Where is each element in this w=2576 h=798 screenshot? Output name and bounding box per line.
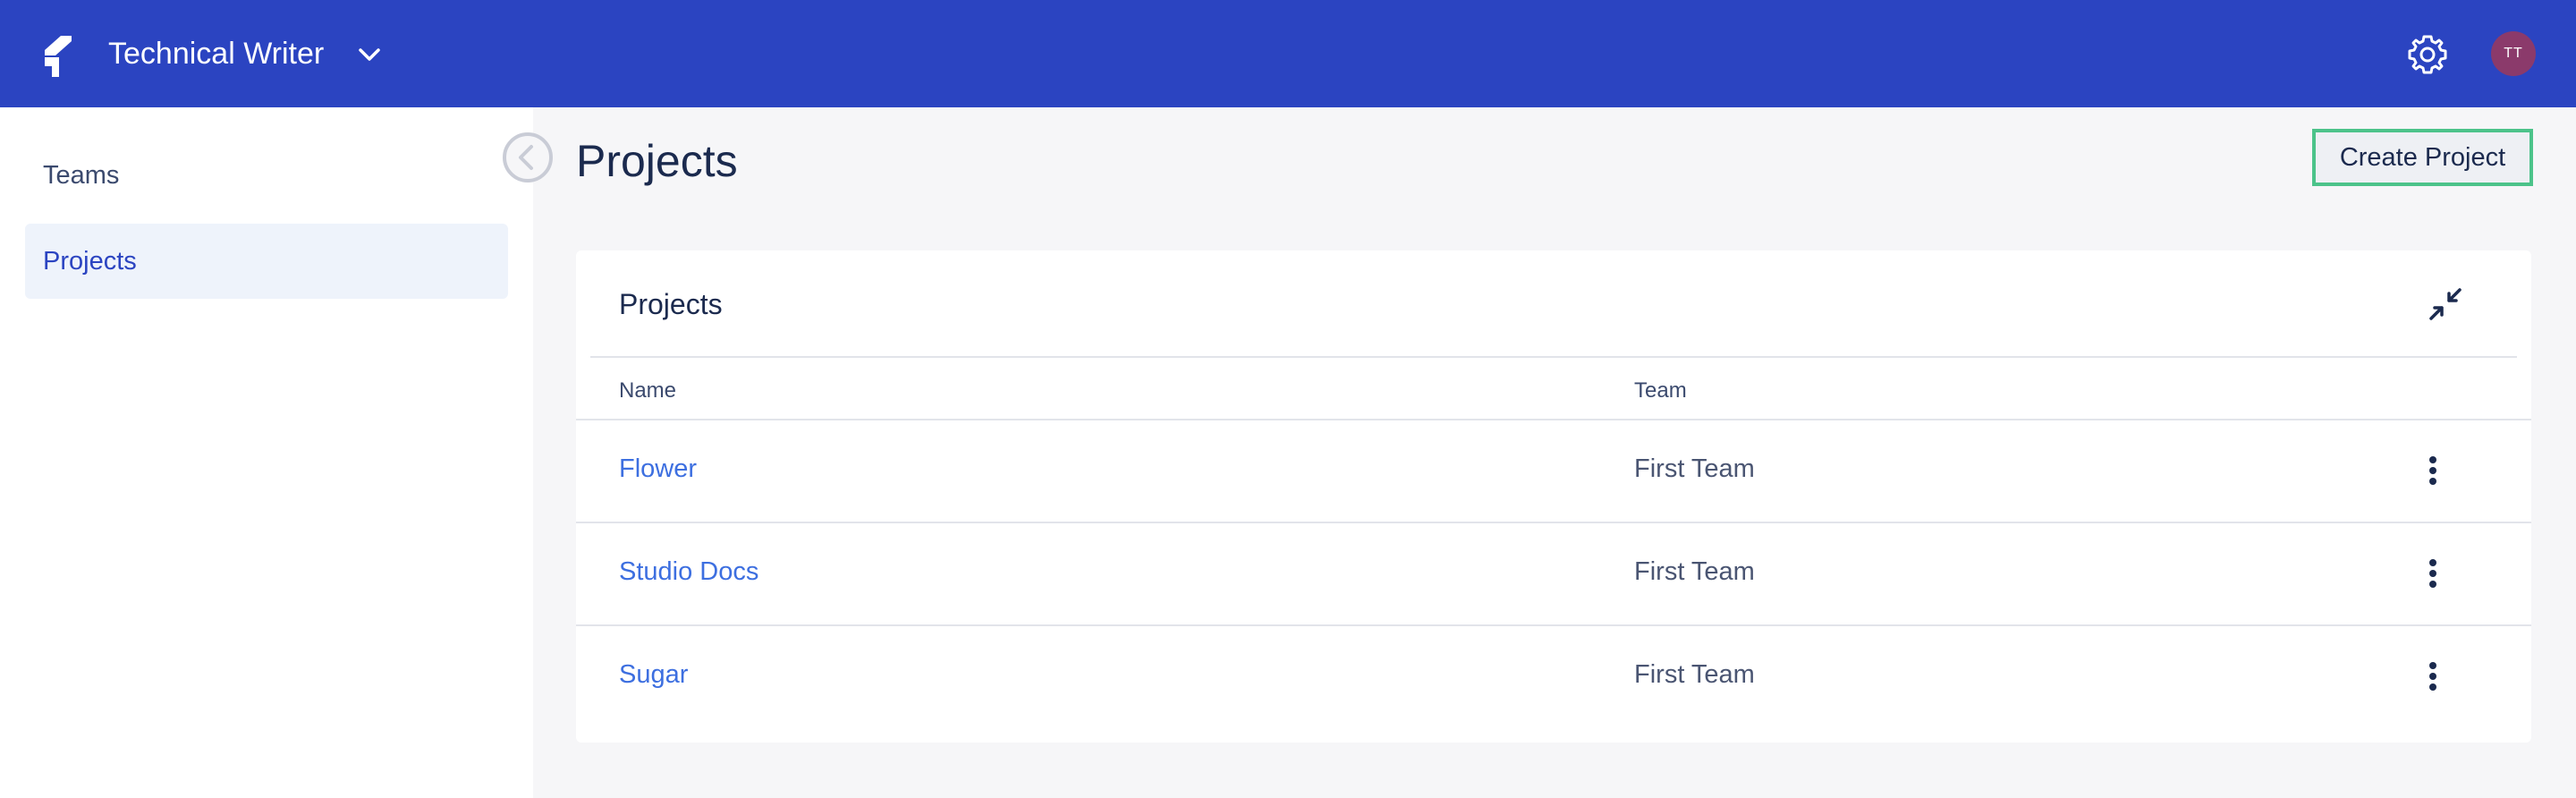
more-options-icon[interactable] [2424,660,2442,692]
gear-icon[interactable] [2406,33,2449,76]
create-project-button[interactable]: Create Project [2312,129,2533,186]
logo-icon[interactable] [41,34,73,79]
project-team: First Team [1634,557,1755,586]
sidebar-item-teams[interactable]: Teams [25,138,508,213]
column-header-name: Name [619,378,677,403]
minimize-icon[interactable] [2428,286,2463,322]
project-link[interactable]: Flower [619,451,697,487]
table-row: Studio Docs First Team [576,522,2531,624]
card-divider [590,356,2517,358]
chevron-down-icon[interactable] [356,41,383,68]
project-link[interactable]: Studio Docs [619,554,758,590]
collapse-sidebar-button[interactable] [503,132,553,183]
avatar[interactable]: TT [2491,31,2536,76]
projects-card: Projects Name Team Flower First Team Stu… [576,250,2531,743]
more-options-icon[interactable] [2424,454,2442,487]
table-row: Flower First Team [576,419,2531,522]
column-header-team: Team [1634,378,1687,403]
card-title: Projects [619,288,723,320]
project-team: First Team [1634,454,1755,483]
page-title: Projects [576,136,738,186]
more-options-icon[interactable] [2424,557,2442,590]
sidebar-item-projects[interactable]: Projects [25,224,508,299]
table-row: Sugar First Team [576,624,2531,727]
org-title[interactable]: Technical Writer [108,32,324,75]
top-bar: Technical Writer TT [0,0,2576,107]
project-team: First Team [1634,660,1755,689]
sidebar: Teams Projects [0,107,533,798]
chevron-left-icon [519,145,533,170]
project-link[interactable]: Sugar [619,657,688,692]
